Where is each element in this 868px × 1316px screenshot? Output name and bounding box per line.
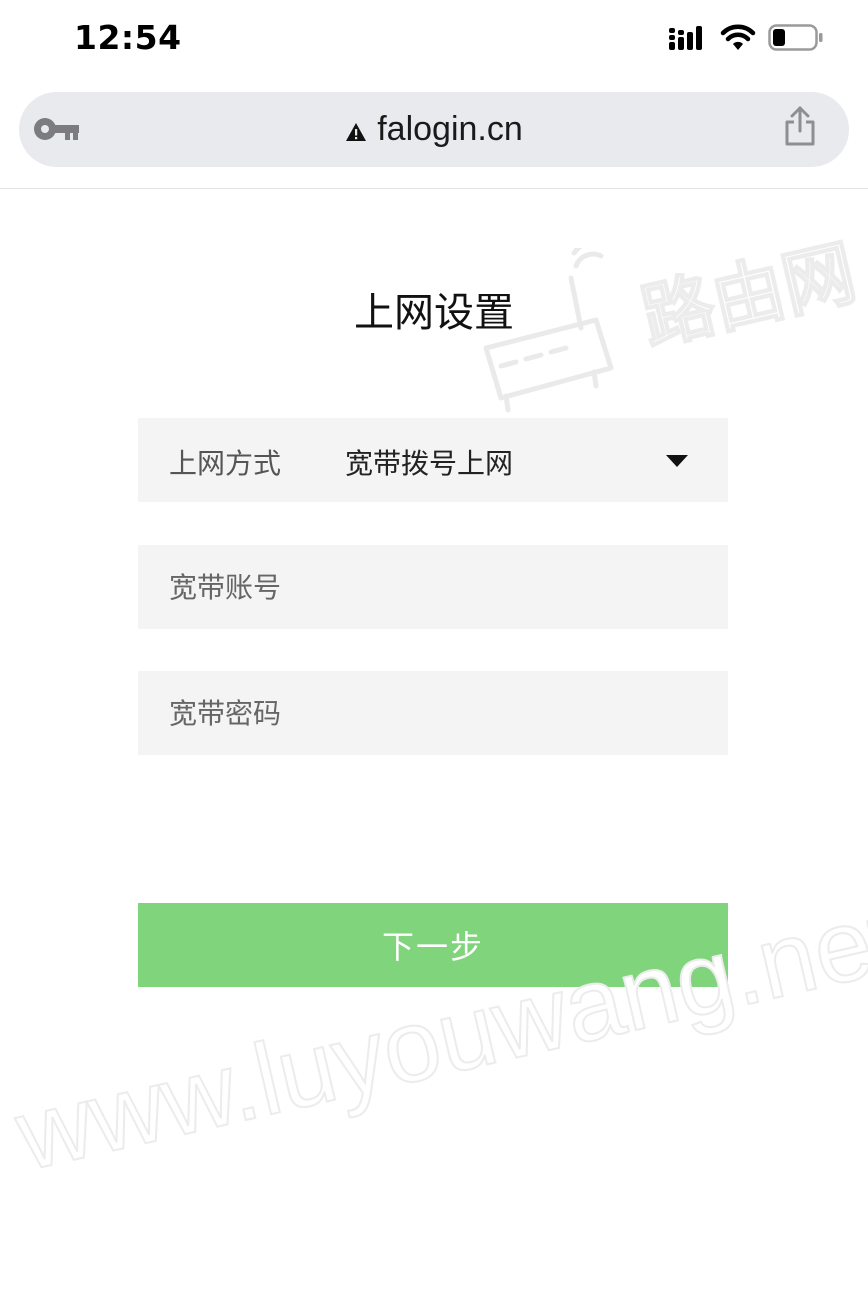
account-field[interactable] (138, 545, 728, 629)
page: 12:54 falogin.cn 路由网 上网设置 上网方式 宽带拨号上网 宽带… (0, 0, 868, 1316)
address-bar[interactable]: falogin.cn (19, 92, 849, 167)
toolbar-divider (0, 188, 868, 189)
password-input[interactable] (138, 671, 728, 755)
wifi-icon (720, 24, 756, 50)
account-input[interactable] (138, 545, 728, 629)
battery-icon (768, 24, 823, 51)
signal-icon (669, 26, 702, 50)
connection-method-select[interactable]: 上网方式 宽带拨号上网 (138, 418, 728, 502)
page-title: 上网设置 (354, 290, 514, 336)
caret-down-icon[interactable] (666, 455, 688, 467)
connection-method-value[interactable]: 宽带拨号上网 (345, 442, 513, 482)
password-field[interactable] (138, 671, 728, 755)
warning-icon (346, 122, 367, 141)
url-container[interactable]: falogin.cn (19, 92, 849, 167)
share-icon[interactable] (783, 106, 817, 146)
url-text[interactable]: falogin.cn (377, 110, 523, 149)
status-bar: 12:54 (0, 0, 868, 80)
connection-method-label: 上网方式 (169, 447, 282, 480)
status-time: 12:54 (74, 18, 182, 57)
